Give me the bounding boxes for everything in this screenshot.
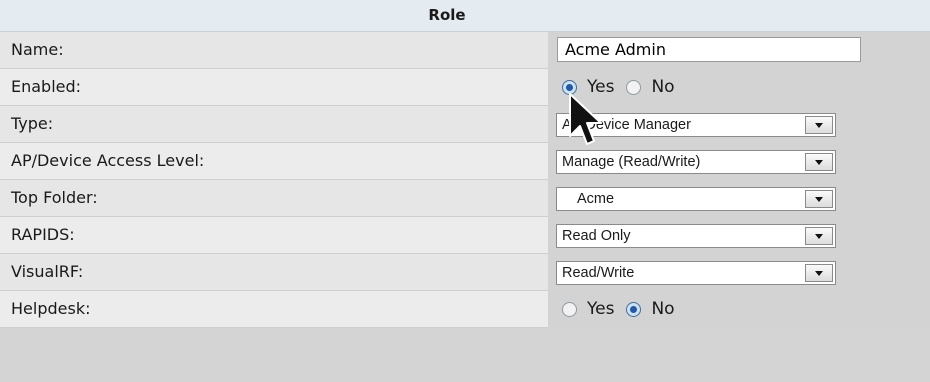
visualrf-label: VisualRF: xyxy=(11,262,84,281)
helpdesk-no-label[interactable]: No xyxy=(651,299,674,319)
row-helpdesk: Helpdesk: Yes No xyxy=(0,291,930,328)
rapids-select-value: Read Only xyxy=(562,228,631,244)
name-input[interactable] xyxy=(557,37,861,62)
enabled-yes-radio[interactable] xyxy=(562,79,577,95)
helpdesk-yes-radio[interactable] xyxy=(562,301,577,317)
access-level-label: AP/Device Access Level: xyxy=(11,151,205,170)
helpdesk-no-radio[interactable] xyxy=(626,301,642,317)
row-enabled: Enabled: Yes No xyxy=(0,69,930,106)
enabled-no-label[interactable]: No xyxy=(651,77,674,97)
row-top-folder: Top Folder: Acme xyxy=(0,180,930,217)
type-select[interactable]: AP/Device Manager xyxy=(556,113,836,137)
visualrf-select[interactable]: Read/Write xyxy=(556,261,836,285)
helpdesk-yes-label[interactable]: Yes xyxy=(587,299,614,319)
access-level-select[interactable]: Manage (Read/Write) xyxy=(556,150,836,174)
row-rapids: RAPIDS: Read Only xyxy=(0,217,930,254)
helpdesk-label: Helpdesk: xyxy=(11,299,91,318)
role-form: Role Name: Enabled: Yes No Type: xyxy=(0,0,930,382)
rapids-label: RAPIDS: xyxy=(11,225,75,244)
name-label: Name: xyxy=(11,40,64,59)
chevron-down-icon[interactable] xyxy=(805,153,833,171)
chevron-down-icon[interactable] xyxy=(805,264,833,282)
visualrf-select-value: Read/Write xyxy=(562,265,635,281)
row-visualrf: VisualRF: Read/Write xyxy=(0,254,930,291)
access-level-select-value: Manage (Read/Write) xyxy=(562,154,701,170)
form-title: Role xyxy=(428,6,466,24)
enabled-no-radio[interactable] xyxy=(626,79,642,95)
enabled-radio-group: Yes No xyxy=(562,69,687,105)
enabled-yes-label[interactable]: Yes xyxy=(587,77,614,97)
form-header: Role xyxy=(0,0,930,32)
type-select-value: AP/Device Manager xyxy=(562,117,691,133)
helpdesk-radio-group: Yes No xyxy=(562,291,687,327)
row-name: Name: xyxy=(0,32,930,69)
row-access-level: AP/Device Access Level: Manage (Read/Wri… xyxy=(0,143,930,180)
row-type: Type: AP/Device Manager xyxy=(0,106,930,143)
top-folder-select-value: Acme xyxy=(577,191,615,207)
top-folder-label: Top Folder: xyxy=(11,188,98,207)
type-label: Type: xyxy=(11,114,54,133)
rapids-select[interactable]: Read Only xyxy=(556,224,836,248)
top-folder-select[interactable]: Acme xyxy=(556,187,836,211)
enabled-label: Enabled: xyxy=(11,77,82,96)
chevron-down-icon[interactable] xyxy=(805,227,833,245)
chevron-down-icon[interactable] xyxy=(805,190,833,208)
chevron-down-icon[interactable] xyxy=(805,116,833,134)
